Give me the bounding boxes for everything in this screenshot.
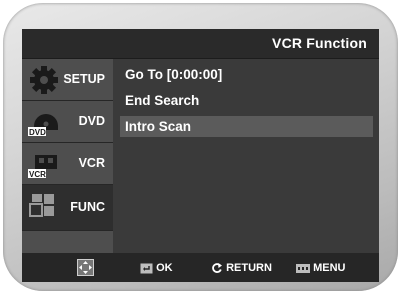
menu-item-go-to[interactable]: Go To [0:00:00] [120,64,373,85]
menu-panel: Go To [0:00:00] End Search Intro Scan [114,59,379,252]
return-arrow-icon [212,263,222,274]
menu-hint: MENU [296,261,345,275]
return-hint: RETURN [211,261,272,275]
osd-screen: VCR Function SETUP DVD DVD VCR VCR FUNC … [22,29,379,282]
dvd-disc-icon: DVD [28,114,58,137]
gear-icon [30,66,58,94]
sidebar-item-setup[interactable]: SETUP [22,59,113,101]
sidebar-item-func[interactable]: FUNC [22,185,113,231]
function-blocks-icon [29,194,54,217]
sidebar-item-vcr[interactable]: VCR VCR [22,143,113,185]
menu-item-end-search[interactable]: End Search [120,90,373,111]
dpad-arrows-icon [77,259,94,276]
ok-hint: OK [140,261,173,275]
page-title: VCR Function [272,35,367,51]
menu-item-intro-scan[interactable]: Intro Scan [120,116,373,137]
sidebar-item-label: FUNC [70,200,105,214]
title-bar: VCR Function [22,29,379,59]
svg-text:VCR: VCR [29,170,46,179]
sidebar: SETUP DVD DVD VCR VCR FUNC [22,59,113,282]
menu-button-icon [296,263,310,273]
enter-icon [140,263,153,274]
svg-text:DVD: DVD [29,128,46,137]
bottom-help-bar: OK RETURN MENU [22,253,379,282]
sidebar-item-label: SETUP [63,72,105,86]
vcr-cassette-icon: VCR [28,155,57,179]
sidebar-item-dvd[interactable]: DVD DVD [22,101,113,143]
sidebar-item-label: DVD [78,114,105,128]
sidebar-item-label: VCR [78,156,105,170]
